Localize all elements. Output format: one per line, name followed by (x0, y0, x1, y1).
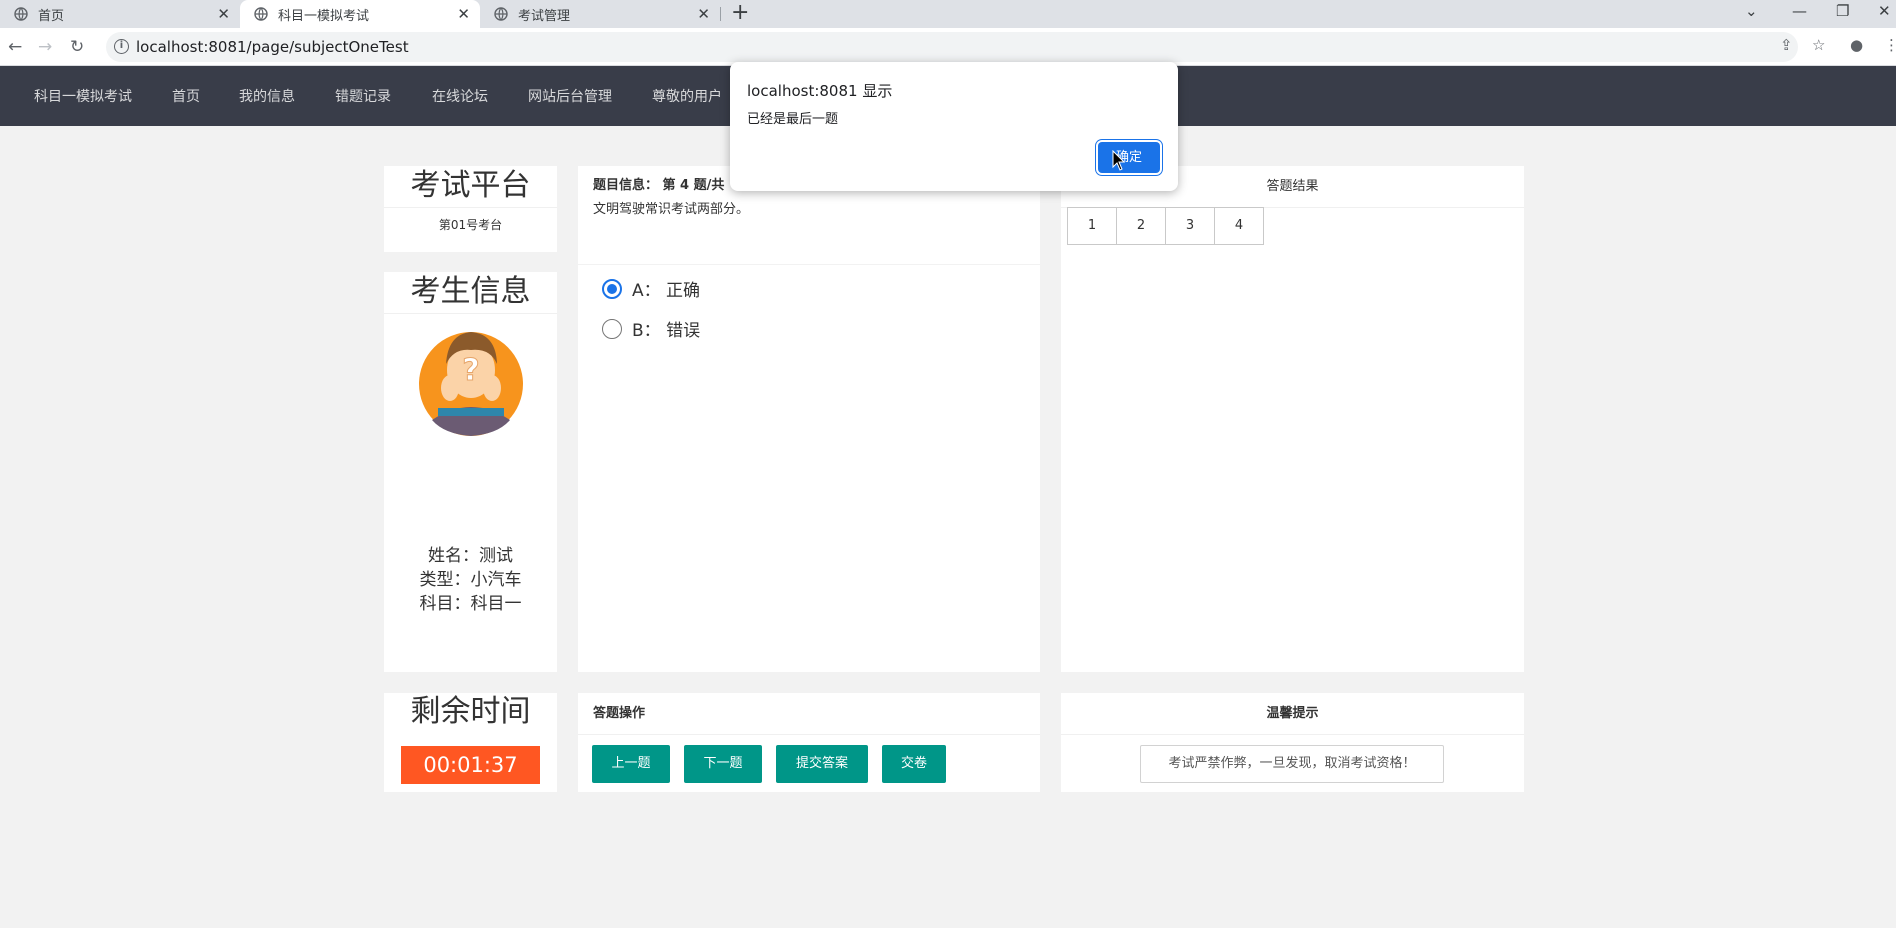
result-cell-3[interactable]: 3 (1165, 207, 1215, 245)
alert-dialog: localhost:8081 显示 已经是最后一题 确定 (730, 62, 1178, 191)
star-icon[interactable]: ☆ (1812, 36, 1825, 54)
back-icon[interactable]: ← (8, 37, 22, 57)
student-title: 考生信息 (384, 272, 557, 314)
chevron-down-icon[interactable]: ⌄ (1745, 2, 1758, 20)
tab-home[interactable]: 首页 ✕ (0, 0, 240, 28)
close-icon[interactable]: ✕ (697, 6, 710, 22)
tab-label: 考试管理 (518, 8, 571, 24)
mouse-cursor-icon (1112, 150, 1126, 171)
profile-icon[interactable]: ● (1850, 36, 1863, 54)
globe-icon (254, 7, 268, 21)
prev-question-button[interactable]: 上一题 (592, 745, 670, 783)
browser-tab-bar: 首页 ✕ 科目一模拟考试 ✕ 考试管理 ✕ + ⌄ — ❐ ✕ (0, 0, 1896, 28)
nav-my-info[interactable]: 我的信息 (239, 86, 295, 106)
nav-admin[interactable]: 网站后台管理 (528, 86, 612, 106)
dialog-title: localhost:8081 显示 (747, 82, 893, 100)
reload-icon[interactable]: ↻ (70, 37, 84, 57)
info-icon[interactable]: i (114, 39, 129, 54)
tab-label: 科目一模拟考试 (278, 8, 370, 24)
forward-icon[interactable]: → (38, 37, 52, 57)
operations-title: 答题操作 (578, 693, 1040, 735)
countdown-timer: 00:01:37 (401, 746, 540, 784)
address-bar: ← → ↻ i localhost:8081/page/subjectOneTe… (0, 28, 1896, 66)
svg-text:?: ? (462, 353, 479, 388)
nav-home[interactable]: 首页 (172, 86, 200, 106)
option-b[interactable]: B： 错误 (602, 316, 700, 341)
restore-icon[interactable]: ❐ (1836, 2, 1849, 20)
operations-card: 答题操作 上一题 下一题 提交答案 交卷 (578, 693, 1040, 792)
radio-option-a[interactable] (602, 278, 622, 299)
student-details: 姓名：测试 类型：小汽车 科目：科目一 (384, 544, 557, 616)
finish-exam-button[interactable]: 交卷 (882, 745, 946, 783)
question-card: 题目信息： 第 4 题/共 文明驾驶常识考试两部分。 A： 正确 B： 错误 (578, 166, 1040, 672)
globe-icon (494, 7, 508, 21)
option-label: B： 错误 (632, 321, 701, 341)
result-cell-1[interactable]: 1 (1067, 207, 1117, 245)
results-grid: 1 2 3 4 (1067, 207, 1264, 245)
new-tab-icon[interactable]: + (731, 2, 749, 24)
menu-icon[interactable]: ⋮ (1884, 36, 1896, 54)
avatar: ? (419, 332, 523, 436)
submit-answer-button[interactable]: 提交答案 (776, 745, 868, 783)
platform-title: 考试平台 (384, 166, 557, 208)
student-subject: 科目：科目一 (419, 594, 522, 614)
next-question-button[interactable]: 下一题 (684, 745, 762, 783)
dialog-message: 已经是最后一题 (747, 112, 839, 127)
tips-card: 温馨提示 考试严禁作弊，一旦发现，取消考试资格！ (1061, 693, 1524, 792)
minimize-icon[interactable]: — (1792, 2, 1807, 20)
close-icon[interactable]: ✕ (457, 6, 470, 22)
result-cell-4[interactable]: 4 (1214, 207, 1264, 245)
results-card: 答题结果 1 2 3 4 (1061, 166, 1524, 672)
tab-exam-management[interactable]: 考试管理 ✕ (480, 0, 720, 28)
tab-subject-one-test[interactable]: 科目一模拟考试 ✕ (240, 0, 480, 28)
question-header: 题目信息： 第 4 题/共 (593, 178, 725, 193)
share-icon[interactable]: ⇪ (1780, 36, 1793, 54)
question-text: 文明驾驶常识考试两部分。 (593, 202, 750, 217)
window-close-icon[interactable]: ✕ (1878, 2, 1891, 20)
platform-card: 考试平台 第01号考台 (384, 166, 557, 252)
tab-label: 首页 (38, 8, 65, 24)
url-text[interactable]: localhost:8081/page/subjectOneTest (136, 38, 409, 56)
nav-wrong-records[interactable]: 错题记录 (335, 86, 391, 106)
option-label: A： 正确 (632, 281, 701, 301)
nav-forum[interactable]: 在线论坛 (432, 86, 488, 106)
nav-user[interactable]: 尊敬的用户 (652, 86, 722, 106)
student-type: 类型：小汽车 (419, 570, 522, 590)
divider (578, 264, 1040, 265)
platform-subtitle: 第01号考台 (438, 218, 503, 232)
result-cell-2[interactable]: 2 (1116, 207, 1166, 245)
tab-separator (720, 7, 721, 21)
tips-text: 考试严禁作弊，一旦发现，取消考试资格！ (1140, 745, 1444, 783)
omnibox[interactable]: i localhost:8081/page/subjectOneTest (106, 32, 1798, 62)
timer-card: 剩余时间 00:01:37 (384, 693, 557, 792)
option-a[interactable]: A： 正确 (602, 276, 700, 301)
timer-title: 剩余时间 (410, 694, 531, 729)
nav-logo[interactable]: 科目一模拟考试 (34, 86, 132, 106)
tips-title: 温馨提示 (1061, 693, 1524, 735)
student-card: 考生信息 ? 姓名：测试 类型：小汽车 科目：科目一 (384, 272, 557, 672)
dialog-ok-button[interactable]: 确定 (1098, 142, 1160, 173)
globe-icon (14, 7, 28, 21)
close-icon[interactable]: ✕ (217, 6, 230, 22)
radio-option-b[interactable] (602, 318, 622, 339)
student-name: 姓名：测试 (428, 546, 513, 566)
